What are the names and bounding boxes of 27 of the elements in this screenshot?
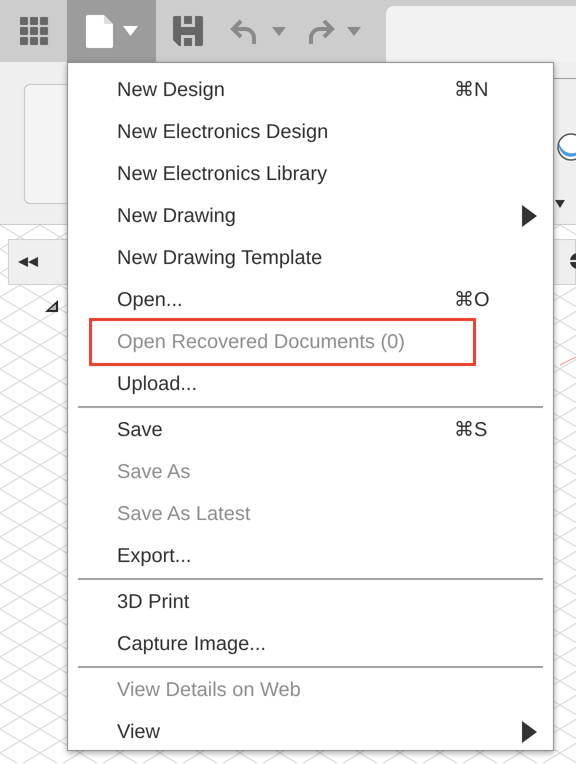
menu-item[interactable]: Export... xyxy=(68,535,553,577)
menu-item[interactable]: New Electronics Library xyxy=(68,153,553,195)
menu-item[interactable]: Open... ⌘O xyxy=(68,279,553,321)
shortcut-label: ⌘S xyxy=(454,418,488,443)
undo-arrow-icon xyxy=(230,18,258,44)
document-icon xyxy=(86,14,112,48)
menu-item[interactable]: Capture Image... xyxy=(68,623,553,665)
menu-item[interactable]: New Drawing Template xyxy=(68,237,553,279)
caret-icon xyxy=(272,26,286,36)
menu-item[interactable]: View xyxy=(68,711,553,753)
menu-item[interactable]: 3D Print xyxy=(68,581,553,623)
file-button[interactable] xyxy=(67,0,156,62)
grid-icon xyxy=(20,17,48,45)
shortcut-label: ⌘O xyxy=(454,288,490,313)
menu-item[interactable]: New Design ⌘N xyxy=(68,69,553,111)
caret-icon xyxy=(347,26,361,36)
redo-arrow-icon xyxy=(307,18,335,44)
menu-item[interactable]: New Drawing xyxy=(68,195,553,237)
rewind-icon[interactable] xyxy=(18,257,38,267)
caret-icon xyxy=(555,200,565,208)
triangle-icon xyxy=(45,300,59,312)
menu-item[interactable]: New Electronics Design xyxy=(68,111,553,153)
caret-icon xyxy=(122,26,138,36)
menu-item[interactable]: Upload... xyxy=(68,363,553,405)
ribbon-divider xyxy=(553,78,576,79)
menu-item[interactable]: Save ⌘S xyxy=(68,409,553,451)
shortcut-label: ⌘N xyxy=(454,78,488,103)
